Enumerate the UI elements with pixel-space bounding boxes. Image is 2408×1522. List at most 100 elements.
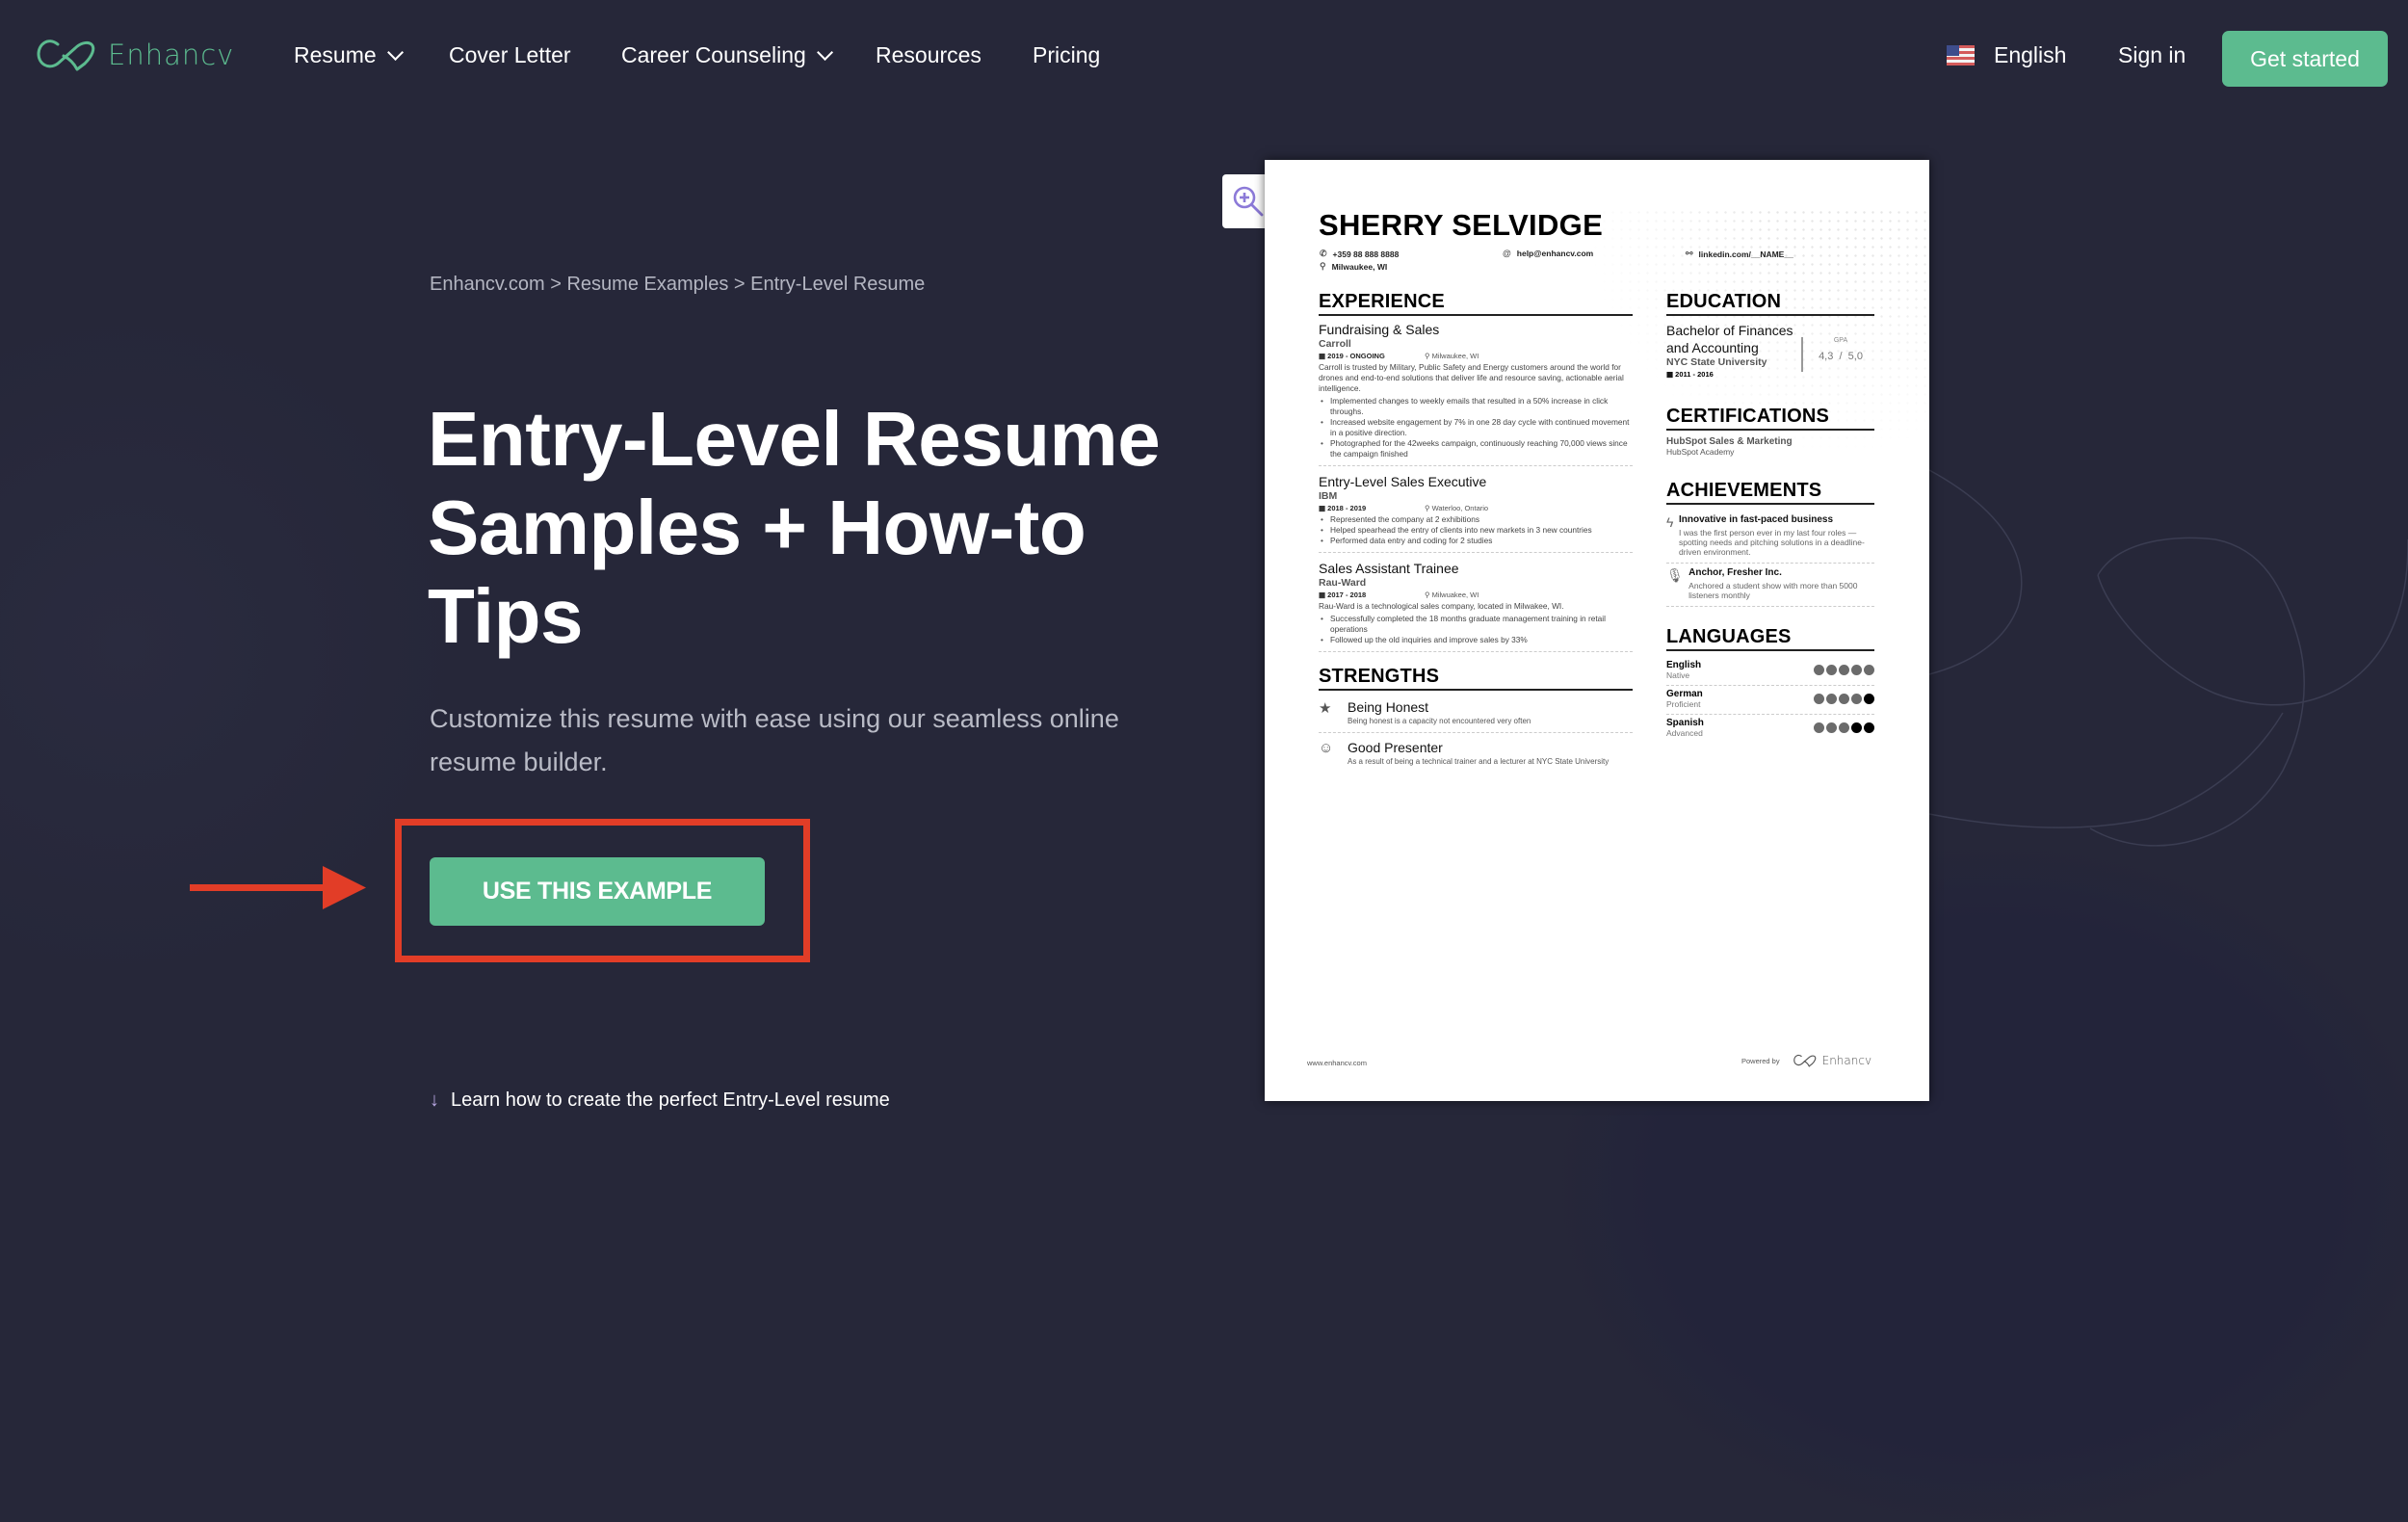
brand-logo[interactable]: Enhancv: [37, 39, 234, 71]
strength-item: ☺ Good Presenter As a result of being a …: [1319, 737, 1633, 773]
rating-dot: [1864, 722, 1874, 733]
nav-item-label: Resume: [294, 42, 377, 67]
learn-more-link[interactable]: ↓ Learn how to create the perfect Entry-…: [430, 1089, 890, 1112]
rating-dot: [1839, 694, 1849, 704]
rating-dot: [1826, 722, 1837, 733]
at-icon: @: [1503, 249, 1511, 258]
nav-item-cover-letter[interactable]: Cover Letter: [449, 42, 571, 68]
section-heading-education: EDUCATION: [1666, 291, 1874, 316]
bullet: Represented the company at 2 exhibitions: [1321, 514, 1633, 525]
microphone-icon: 🎙: [1666, 567, 1684, 583]
lightning-icon: ϟ: [1666, 514, 1674, 530]
nav-item-resources[interactable]: Resources: [876, 42, 982, 68]
resume-preview[interactable]: SHERRY SELVIDGE ✆ +359 88 888 8888 ⚲ Milwa…: [1265, 160, 1929, 1101]
location-pin-icon: ⚲: [1425, 504, 1432, 512]
learn-more-label: Learn how to create the perfect Entry-Le…: [451, 1089, 890, 1111]
bullet: Helped spearhead the entry of clients in…: [1321, 525, 1633, 536]
job-location: Milwuakee, WI: [1431, 590, 1479, 599]
resume-footer-site: www.enhancv.com: [1307, 1059, 1367, 1067]
language-level: Proficient: [1666, 699, 1701, 709]
nav-item-pricing[interactable]: Pricing: [1033, 42, 1100, 68]
gpa-max: 5,0: [1847, 351, 1863, 362]
strength-desc: As a result of being a technical trainer…: [1348, 757, 1610, 766]
sign-in-link[interactable]: Sign in: [2118, 42, 2186, 68]
zoom-in-icon: [1233, 186, 1264, 217]
language-rating: [1814, 665, 1874, 675]
arrow-down-icon: ↓: [430, 1089, 439, 1111]
job-company: IBM: [1319, 490, 1338, 502]
certification-issuer: HubSpot Academy: [1666, 447, 1735, 457]
education-entry: Bachelor of Finances and Accounting NYC …: [1666, 322, 1874, 379]
gpa-box: GPA 4,3 / 5,0: [1801, 337, 1865, 372]
chevron-down-icon: [816, 43, 833, 61]
strength-title: Good Presenter: [1348, 740, 1443, 755]
language-item: German Proficient: [1666, 686, 1874, 715]
nav-item-label: Cover Letter: [449, 42, 571, 67]
resume-phone: ✆ +359 88 888 8888: [1320, 249, 1399, 259]
job-entry: Entry-Level Sales Executive IBM ▦ 2018 -…: [1319, 474, 1633, 553]
star-icon: ★: [1319, 700, 1332, 717]
language-level: Native: [1666, 670, 1690, 680]
contact-text: linkedin.com/__NAME__: [1698, 249, 1793, 259]
rating-dot: [1864, 694, 1874, 704]
strength-item: ★ Being Honest Being honest is a capacit…: [1319, 696, 1633, 733]
bullet: Followed up the old inquiries and improv…: [1321, 635, 1633, 645]
rating-dot: [1814, 665, 1824, 675]
rating-dot: [1826, 665, 1837, 675]
job-meta: ▦ 2019 - ONGOING ⚲ Milwaukee, WI: [1319, 352, 1633, 360]
job-title: Fundraising & Sales: [1319, 322, 1440, 337]
enhancv-logo-icon: [37, 39, 95, 71]
language-rating: [1814, 722, 1874, 733]
job-bullets: Successfully completed the 18 months gra…: [1319, 614, 1633, 645]
job-location: Waterloo, Ontario: [1431, 504, 1489, 512]
enhancv-logo-icon: [1793, 1054, 1816, 1067]
language-item: Spanish Advanced: [1666, 715, 1874, 743]
section-heading-strengths: STRENGTHS: [1319, 666, 1633, 691]
resume-location: ⚲ Milwaukee, WI: [1320, 261, 1387, 272]
resume-email: @ help@enhancv.com: [1503, 249, 1593, 258]
job-company: Carroll: [1319, 338, 1351, 350]
calendar-icon: ▦: [1666, 370, 1676, 379]
nav-item-label: Resources: [876, 42, 982, 67]
top-navigation: Enhancv Resume Cover Letter Career Couns…: [0, 0, 2408, 116]
bullet: Implemented changes to weekly emails tha…: [1321, 396, 1633, 417]
location-pin-icon: ⚲: [1425, 352, 1432, 360]
language-name: German: [1666, 689, 1703, 699]
job-bullets: Represented the company at 2 exhibitions…: [1319, 514, 1633, 546]
job-meta: ▦ 2017 - 2018 ⚲ Milwuakee, WI: [1319, 590, 1633, 599]
powered-by-label: Powered by: [1741, 1056, 1780, 1065]
section-heading-achievements: ACHIEVEMENTS: [1666, 480, 1874, 505]
get-started-button[interactable]: Get started: [2222, 31, 2388, 87]
nav-item-resume[interactable]: Resume: [294, 42, 404, 68]
language-item: English Native: [1666, 657, 1874, 686]
resume-linkedin: ⚯ linkedin.com/__NAME__: [1686, 249, 1793, 259]
brand-name: Enhancv: [108, 39, 235, 71]
use-this-example-button[interactable]: USE THIS EXAMPLE: [430, 857, 765, 926]
breadcrumb[interactable]: Enhancv.com > Resume Examples > Entry-Le…: [430, 274, 925, 296]
calendar-icon: ▦: [1319, 504, 1328, 512]
achievement-title: Anchor, Fresher Inc.: [1688, 567, 1782, 578]
footer-brand: Enhancv: [1821, 1054, 1872, 1067]
language-selector[interactable]: English: [1947, 42, 2066, 68]
languages-list: English Native German Proficient Spanish Adva…: [1666, 657, 1874, 743]
phone-icon: ✆: [1320, 249, 1327, 258]
nav-item-career-counseling[interactable]: Career Counseling: [621, 42, 833, 68]
strength-desc: Being honest is a capacity not encounter…: [1348, 717, 1531, 725]
gpa-value: 4,3: [1819, 351, 1834, 362]
us-flag-icon: [1947, 45, 1975, 66]
rating-dot: [1851, 665, 1862, 675]
section-heading-languages: LANGUAGES: [1666, 626, 1874, 651]
contact-text: help@enhancv.com: [1516, 249, 1594, 258]
bullet: Increased website engagement by 7% in on…: [1321, 417, 1633, 438]
page-title: Entry-Level Resume Samples + How-to Tips: [428, 395, 1198, 661]
rating-dot: [1839, 665, 1849, 675]
section-heading-certifications: CERTIFICATIONS: [1666, 406, 1874, 431]
rating-dot: [1814, 694, 1824, 704]
chevron-down-icon: [386, 43, 404, 61]
certification-title: HubSpot Sales & Marketing: [1666, 436, 1793, 447]
rating-dot: [1864, 665, 1874, 675]
job-description: Rau-Ward is a technological sales compan…: [1319, 601, 1564, 611]
rating-dot: [1851, 722, 1862, 733]
education-dates: 2011 - 2016: [1675, 370, 1714, 379]
job-entry: Fundraising & Sales Carroll ▦ 2019 - ONG…: [1319, 322, 1633, 466]
